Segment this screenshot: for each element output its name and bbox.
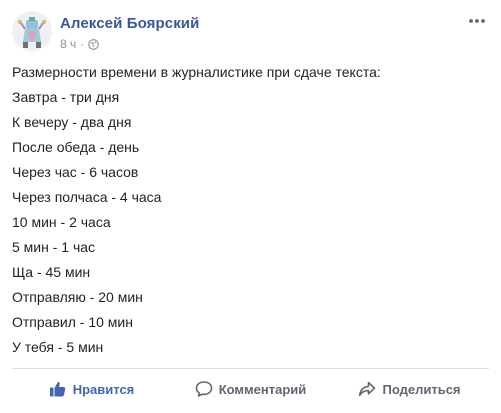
author-avatar[interactable]	[12, 11, 52, 51]
globe-icon[interactable]	[88, 38, 100, 50]
post-actions-bar: Нравится Комментарий Поделиться	[12, 370, 489, 408]
post-text-line: К вечеру - два дня	[12, 114, 132, 130]
post-timestamp[interactable]: 8 ч	[60, 37, 76, 51]
comment-button[interactable]: Комментарий	[171, 373, 330, 405]
post-meta: 8 ч ·	[60, 37, 100, 51]
post-text-line: 5 мин - 1 час	[12, 239, 96, 255]
post-text-line: Отправил - 10 мин	[12, 314, 133, 330]
like-button[interactable]: Нравится	[12, 373, 171, 405]
author-name[interactable]: Алексей Боярский	[60, 15, 199, 32]
post-text-line: Завтра - три дня	[12, 89, 120, 105]
post-text-line: Через полчаса - 4 часа	[12, 189, 162, 205]
share-button[interactable]: Поделиться	[330, 373, 489, 405]
post-text-line: После обеда - день	[12, 139, 140, 155]
meta-separator: ·	[80, 37, 85, 51]
post-text-line: Через час - 6 часов	[12, 164, 139, 180]
comment-button-label: Комментарий	[218, 381, 307, 397]
avatar-illustration-icon	[12, 11, 52, 51]
like-button-label: Нравится	[72, 381, 135, 397]
post-body: Размерности времени в журналистике при с…	[12, 60, 482, 360]
actions-divider	[12, 368, 489, 369]
post-text-line: Ща - 45 мин	[12, 264, 91, 280]
facebook-post: Алексей Боярский 8 ч · Размерности време…	[0, 0, 501, 413]
more-options-icon[interactable]	[467, 14, 487, 26]
share-button-label: Поделиться	[382, 381, 461, 397]
post-text-line: Отправляю - 20 мин	[12, 289, 143, 305]
comment-bubble-icon	[195, 381, 213, 397]
thumbs-up-icon	[49, 381, 65, 397]
post-text-line: 10 мин - 2 часа	[12, 214, 111, 230]
share-arrow-icon	[359, 381, 376, 397]
post-text-line: У тебя - 5 мин	[12, 339, 104, 355]
post-text-line: Размерности времени в журналистике при с…	[12, 64, 381, 80]
